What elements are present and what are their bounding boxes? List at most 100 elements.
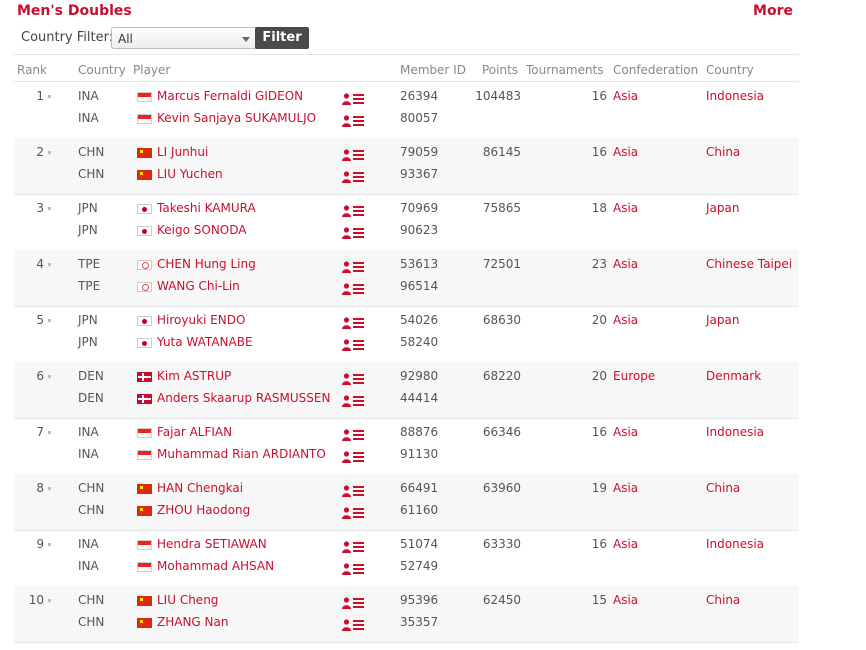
- confederation-link[interactable]: Asia: [613, 593, 638, 607]
- table-row: 10 CHN LIU Cheng 95396 CHN ZHANG Nan 35357 6245…: [14, 586, 799, 643]
- player-profile-icon[interactable]: [342, 205, 364, 217]
- member-id: 54026: [400, 313, 439, 327]
- player-name-link[interactable]: WANG Chi-Lin: [157, 279, 240, 293]
- player-profile-icon[interactable]: [342, 563, 364, 575]
- player-profile-icon[interactable]: [342, 171, 364, 183]
- player-name-link[interactable]: Muhammad Rian ARDIANTO: [157, 447, 326, 461]
- player-profile-icon[interactable]: [342, 395, 364, 407]
- chevron-down-icon: [242, 37, 250, 42]
- confederation-link[interactable]: Asia: [613, 313, 638, 327]
- confederation-link[interactable]: Asia: [613, 89, 638, 103]
- player-profile-icon[interactable]: [342, 317, 364, 329]
- more-link[interactable]: More: [753, 3, 793, 19]
- player-country-code: CHN: [78, 503, 105, 517]
- player-profile-icon[interactable]: [342, 507, 364, 519]
- player-name-link[interactable]: HAN Chengkai: [157, 481, 243, 495]
- rank-value: 1: [36, 89, 44, 103]
- tournaments-value: 23: [591, 257, 607, 271]
- flag-jpn-icon: [137, 316, 152, 326]
- country-filter-select[interactable]: All: [111, 27, 259, 49]
- country-link[interactable]: Denmark: [706, 369, 761, 383]
- country-link[interactable]: Japan: [706, 313, 739, 327]
- player-name-link[interactable]: CHEN Hung Ling: [157, 257, 256, 271]
- section-title: Men's Doubles: [17, 3, 132, 19]
- table-row: 9 INA Hendra SETIAWAN 51074 INA Mohammad AHSA…: [14, 530, 799, 587]
- filter-button[interactable]: Filter: [255, 27, 309, 49]
- player-profile-icon[interactable]: [342, 283, 364, 295]
- member-id: 35357: [400, 615, 439, 629]
- rank-value: 8: [36, 481, 44, 495]
- flag-tpe-icon: [137, 282, 152, 292]
- confederation-link[interactable]: Asia: [613, 201, 638, 215]
- table-row: 1 INA Marcus Fernaldi GIDEON 26394 INA Kevin …: [14, 82, 799, 139]
- member-id: 90623: [400, 223, 439, 237]
- confederation-link[interactable]: Asia: [613, 257, 638, 271]
- flag-ina-icon: [137, 540, 152, 550]
- member-id: 88876: [400, 425, 439, 439]
- points-value: 75865: [482, 201, 521, 215]
- player-country-code: INA: [78, 559, 99, 573]
- player-name-link[interactable]: Anders Skaarup RASMUSSEN: [157, 391, 330, 405]
- points-value: 104483: [475, 89, 521, 103]
- col-player: Player: [133, 63, 171, 77]
- country-link[interactable]: China: [706, 593, 740, 607]
- player-name-link[interactable]: LI Junhui: [157, 145, 208, 159]
- player-name-link[interactable]: Takeshi KAMURA: [157, 201, 256, 215]
- table-header: Rank Country Player Member ID Points Tou…: [14, 61, 799, 82]
- player-country-code: DEN: [78, 369, 104, 383]
- player-name-link[interactable]: ZHOU Haodong: [157, 503, 250, 517]
- rank-value: 6: [36, 369, 44, 383]
- player-name-link[interactable]: LIU Cheng: [157, 593, 218, 607]
- player-profile-icon[interactable]: [342, 451, 364, 463]
- col-country: Country: [78, 63, 126, 77]
- player-name-link[interactable]: Yuta WATANABE: [157, 335, 253, 349]
- member-id: 95396: [400, 593, 439, 607]
- player-name-link[interactable]: Kim ASTRUP: [157, 369, 231, 383]
- country-link[interactable]: Chinese Taipei: [706, 257, 792, 271]
- player-name-link[interactable]: Hiroyuki ENDO: [157, 313, 245, 327]
- confederation-link[interactable]: Asia: [613, 481, 638, 495]
- player-name-link[interactable]: Keigo SONODA: [157, 223, 246, 237]
- player-profile-icon[interactable]: [342, 339, 364, 351]
- confederation-link[interactable]: Asia: [613, 145, 638, 159]
- player-profile-icon[interactable]: [342, 373, 364, 385]
- confederation-link[interactable]: Asia: [613, 537, 638, 551]
- player-profile-icon[interactable]: [342, 93, 364, 105]
- member-id: 51074: [400, 537, 439, 551]
- player-name-link[interactable]: LIU Yuchen: [157, 167, 223, 181]
- rank-dot-icon: [48, 263, 51, 266]
- player-country-code: INA: [78, 447, 99, 461]
- player-profile-icon[interactable]: [342, 149, 364, 161]
- country-link[interactable]: China: [706, 145, 740, 159]
- player-profile-icon[interactable]: [342, 227, 364, 239]
- rank-value: 5: [36, 313, 44, 327]
- confederation-link[interactable]: Europe: [613, 369, 655, 383]
- country-link[interactable]: Indonesia: [706, 425, 764, 439]
- player-profile-icon[interactable]: [342, 597, 364, 609]
- country-link[interactable]: Japan: [706, 201, 739, 215]
- country-link[interactable]: Indonesia: [706, 537, 764, 551]
- player-profile-icon[interactable]: [342, 115, 364, 127]
- table-row: 6 DEN Kim ASTRUP 92980 DEN Anders Skaarup RAS…: [14, 362, 799, 419]
- member-id: 80057: [400, 111, 439, 125]
- player-country-code: INA: [78, 425, 99, 439]
- points-value: 68220: [482, 369, 521, 383]
- confederation-link[interactable]: Asia: [613, 425, 638, 439]
- rank-dot-icon: [48, 95, 51, 98]
- player-profile-icon[interactable]: [342, 619, 364, 631]
- player-name-link[interactable]: Hendra SETIAWAN: [157, 537, 267, 551]
- country-link[interactable]: China: [706, 481, 740, 495]
- rank-dot-icon: [48, 599, 51, 602]
- player-profile-icon[interactable]: [342, 541, 364, 553]
- player-name-link[interactable]: ZHANG Nan: [157, 615, 228, 629]
- player-name-link[interactable]: Fajar ALFIAN: [157, 425, 232, 439]
- player-name-link[interactable]: Kevin Sanjaya SUKAMULJO: [157, 111, 316, 125]
- country-link[interactable]: Indonesia: [706, 89, 764, 103]
- player-profile-icon[interactable]: [342, 485, 364, 497]
- player-name-link[interactable]: Mohammad AHSAN: [157, 559, 274, 573]
- player-name-link[interactable]: Marcus Fernaldi GIDEON: [157, 89, 303, 103]
- player-profile-icon[interactable]: [342, 429, 364, 441]
- player-country-code: JPN: [78, 313, 98, 327]
- points-value: 63330: [482, 537, 521, 551]
- player-profile-icon[interactable]: [342, 261, 364, 273]
